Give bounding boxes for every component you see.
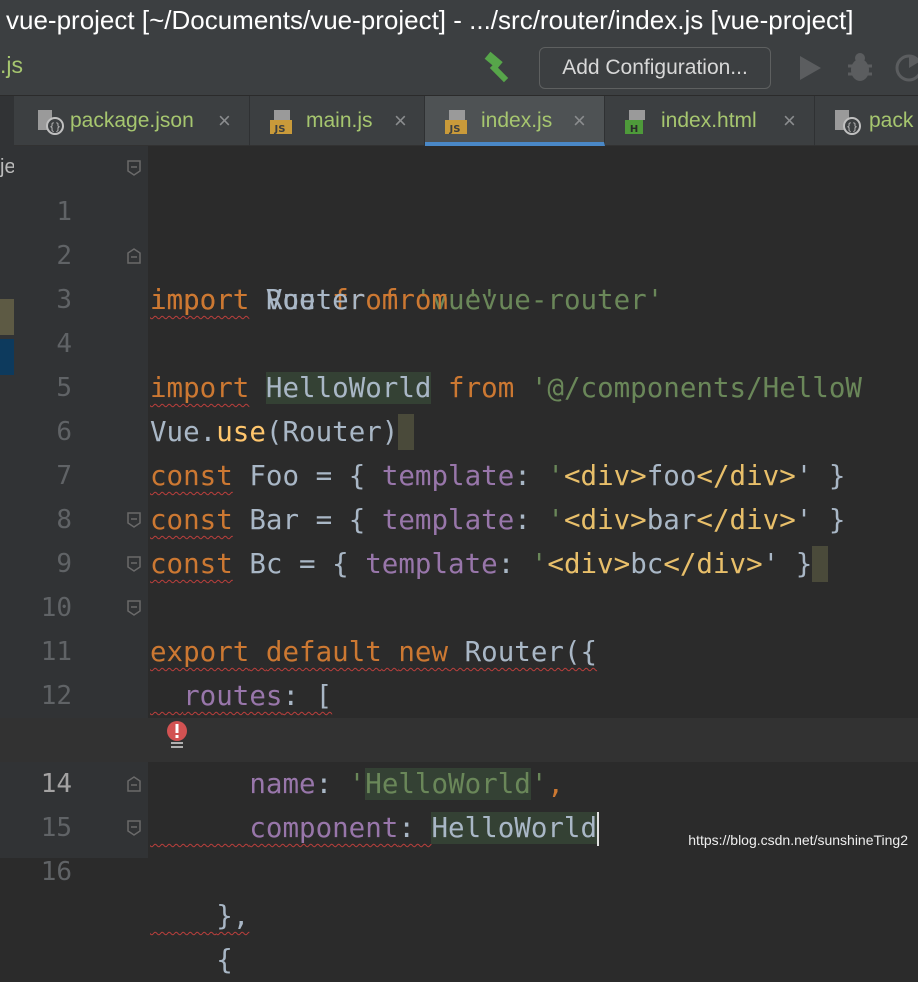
error-lightbulb-icon[interactable] (165, 720, 189, 750)
code-line[interactable]: 10 routes: [ (0, 542, 918, 712)
svg-text:H: H (630, 124, 638, 135)
code-line[interactable]: 9 export default new Router({ (0, 498, 918, 668)
tab-label: index.html (661, 109, 757, 132)
javascript-file-icon: JS (445, 110, 467, 135)
coverage-icon[interactable] (895, 52, 918, 84)
project-panel-edge (0, 96, 14, 146)
code-text: }, (216, 900, 250, 932)
close-icon[interactable]: × (783, 96, 796, 146)
tab-label: index.js (481, 109, 553, 132)
json-file-icon: {} (835, 110, 861, 135)
code-line-current[interactable]: 14 component: HelloWorld (0, 718, 918, 846)
svg-text:JS: JS (449, 124, 461, 135)
svg-text:JS: JS (274, 124, 286, 135)
code-line[interactable]: 8 const Bc = { template: '<div>bc</div>'… (0, 454, 918, 582)
fold-marker-icon[interactable] (126, 511, 142, 529)
tab-label: package.json (70, 109, 194, 132)
fold-marker-icon[interactable] (126, 599, 142, 617)
svg-text:{}: {} (49, 122, 61, 133)
close-icon[interactable]: × (394, 96, 407, 146)
tab-package-json[interactable]: {} package.json × (18, 96, 250, 146)
tab-label: pack (869, 109, 914, 132)
window-title: vue-project [~/Documents/vue-project] - … (6, 5, 854, 35)
fold-marker-icon[interactable] (126, 819, 142, 837)
code-line[interactable]: 13 name: 'HelloWorld', (0, 674, 918, 800)
play-run-icon[interactable] (797, 54, 823, 82)
code-line[interactable]: 15 }, (0, 762, 918, 932)
tab-package-json-2[interactable]: {} pack (815, 96, 918, 146)
fold-marker-icon[interactable] (126, 159, 142, 177)
fold-end-marker-icon[interactable] (126, 775, 142, 793)
code-line[interactable]: 12 path: '/', (0, 630, 918, 756)
html-file-icon: H (625, 110, 645, 135)
line-number: 16 (40, 857, 72, 887)
json-file-icon: {} (38, 110, 64, 135)
code-line[interactable]: 7 const Bar = { template: '<div>bar</div… (0, 410, 918, 536)
code-line[interactable]: 5 Vue.use(Router) (0, 322, 918, 450)
hammer-build-icon[interactable] (482, 50, 516, 84)
javascript-file-icon: JS (270, 110, 292, 135)
code-line[interactable]: 1 import Vue from 'vue' (0, 146, 918, 316)
code-line[interactable]: 11 { (0, 586, 918, 756)
tab-label: main.js (306, 109, 373, 132)
toolbar: .js Add Configuration... (0, 40, 918, 96)
code-line[interactable]: 4 (0, 278, 918, 359)
fold-marker-icon[interactable] (126, 555, 142, 573)
add-configuration-button[interactable]: Add Configuration... (539, 47, 771, 89)
tab-index-js[interactable]: JS index.js × (425, 96, 605, 146)
svg-text:{}: {} (846, 122, 858, 133)
window-title-bar: vue-project [~/Documents/vue-project] - … (0, 0, 918, 40)
fold-end-marker-icon[interactable] (126, 247, 142, 265)
tab-main-js[interactable]: JS main.js × (250, 96, 425, 146)
code-line[interactable]: 3 import HelloWorld from '@/components/H… (0, 234, 918, 404)
code-text: { (216, 944, 233, 976)
code-line[interactable]: 2 import Router from 'vue-router' (0, 190, 918, 316)
code-line[interactable]: 6 const Foo = { template: '<div>foo</div… (0, 366, 918, 492)
close-icon[interactable]: × (218, 96, 231, 146)
close-icon[interactable]: × (573, 96, 586, 142)
watermark: https://blog.csdn.net/sunshineTing2 (688, 832, 908, 848)
navigation-bar-file[interactable]: .js (0, 52, 23, 79)
tab-index-html[interactable]: H index.html × (605, 96, 815, 146)
bug-debug-icon[interactable] (846, 52, 874, 84)
editor-tab-bar: {} package.json × JS main.js × JS index.… (0, 96, 918, 146)
